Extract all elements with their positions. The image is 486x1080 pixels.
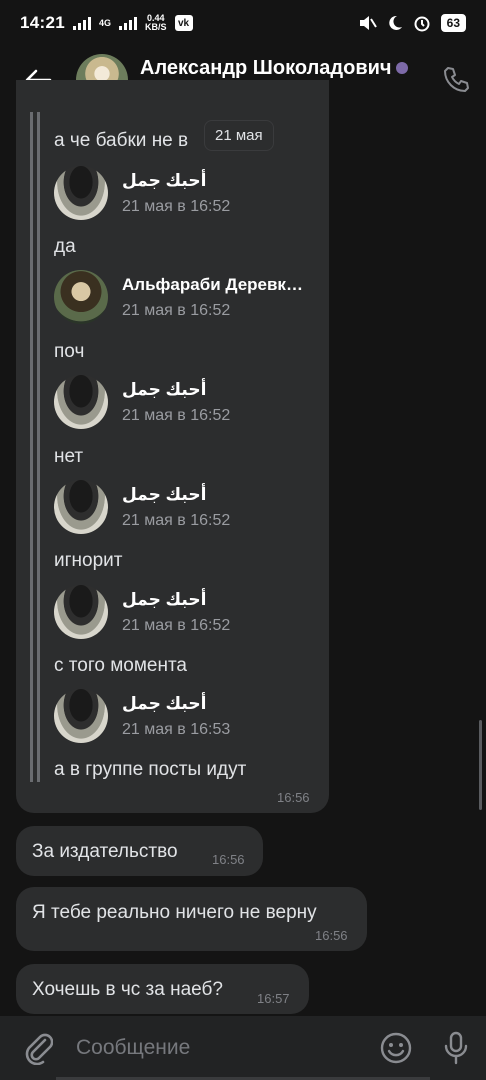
forward-line-inner bbox=[37, 112, 40, 782]
mute-icon bbox=[359, 16, 377, 30]
author-name: أحبك جمل bbox=[122, 693, 207, 713]
status-bar: 14:21 4G 0.44 KB/S vk 63 bbox=[0, 0, 486, 46]
message-bubble[interactable]: За издательство 16:56 bbox=[16, 826, 263, 876]
author-date: 21 мая в 16:53 bbox=[122, 720, 231, 738]
attach-button[interactable] bbox=[0, 1031, 76, 1065]
message-bubble[interactable]: Хочешь в чс за наеб? 16:57 bbox=[16, 964, 309, 1014]
battery-indicator: 63 bbox=[440, 14, 466, 32]
message-text: За издательство bbox=[32, 841, 178, 862]
status-emoji-icon bbox=[395, 62, 408, 75]
message-input-bar: Сообщение bbox=[0, 1016, 486, 1080]
forwarded-text: а че бабки не в bbox=[54, 130, 189, 151]
smile-icon bbox=[380, 1032, 412, 1064]
author-avatar bbox=[54, 166, 108, 220]
forwarded-author[interactable]: أحبك جمل 21 мая в 16:53 bbox=[54, 689, 230, 743]
date-pill: 21 мая bbox=[204, 120, 274, 151]
author-name: أحبك جمل bbox=[122, 484, 207, 504]
message-bubble[interactable]: Я тебе реально ничего не верну 16:56 bbox=[16, 887, 367, 951]
forward-line bbox=[30, 112, 33, 782]
forwarded-author[interactable]: أحبك جمل 21 мая в 16:52 bbox=[54, 375, 230, 429]
author-avatar bbox=[54, 585, 108, 639]
forwarded-author[interactable]: أحبك جمل 21 мая в 16:52 bbox=[54, 166, 230, 220]
net-speed: 0.44 KB/S bbox=[145, 13, 167, 32]
message-input[interactable]: Сообщение bbox=[76, 1036, 366, 1060]
signal-icon bbox=[72, 16, 91, 30]
forwarded-text: нет bbox=[54, 446, 84, 467]
author-date: 21 мая в 16:52 bbox=[122, 406, 231, 424]
mic-button[interactable] bbox=[426, 1031, 486, 1065]
author-date: 21 мая в 16:52 bbox=[122, 197, 231, 215]
vk-icon: vk bbox=[174, 15, 193, 31]
message-text: Хочешь в чс за наеб? bbox=[32, 979, 223, 1000]
message-time: 16:56 bbox=[315, 928, 348, 943]
forwarded-author[interactable]: Альфараби Деревк… 21 мая в 16:52 bbox=[54, 270, 303, 324]
emoji-button[interactable] bbox=[366, 1032, 426, 1064]
author-name: Альфараби Деревк… bbox=[122, 274, 303, 294]
paperclip-icon bbox=[25, 1033, 53, 1065]
author-date: 21 мая в 16:52 bbox=[122, 511, 231, 529]
forwarded-text: поч bbox=[54, 341, 85, 362]
signal-icon-2 bbox=[119, 16, 137, 30]
forwarded-author[interactable]: أحبك جمل 21 мая в 16:52 bbox=[54, 585, 230, 639]
author-avatar bbox=[54, 480, 108, 534]
author-date: 21 мая в 16:52 bbox=[122, 301, 231, 319]
scrollbar[interactable] bbox=[479, 720, 482, 810]
message-text: Я тебе реально ничего не верну bbox=[32, 902, 317, 923]
author-avatar bbox=[54, 270, 108, 324]
net-type: 4G bbox=[98, 18, 111, 28]
author-date: 21 мая в 16:52 bbox=[122, 616, 231, 634]
author-name: أحبك جمل bbox=[122, 170, 207, 190]
forwarded-text: а в группе посты идут bbox=[54, 759, 247, 780]
alarm-icon bbox=[414, 16, 430, 32]
clock: 14:21 bbox=[20, 13, 65, 32]
author-avatar bbox=[54, 375, 108, 429]
contact-name: Александр Шоколадович bbox=[140, 56, 392, 79]
message-time: 16:57 bbox=[257, 991, 290, 1006]
message-time: 16:56 bbox=[212, 852, 245, 867]
moon-icon bbox=[388, 15, 402, 30]
author-name: أحبك جمل bbox=[122, 379, 207, 399]
forwarded-text: да bbox=[54, 236, 76, 257]
forwarded-author[interactable]: أحبك جمل 21 мая в 16:52 bbox=[54, 480, 230, 534]
author-avatar bbox=[54, 689, 108, 743]
forwarded-text: с того момента bbox=[54, 655, 187, 676]
message-time: 16:56 bbox=[277, 790, 310, 805]
call-button[interactable] bbox=[426, 65, 486, 95]
phone-icon bbox=[444, 67, 469, 92]
author-name: أحبك جمل bbox=[122, 589, 207, 609]
microphone-icon bbox=[444, 1031, 468, 1065]
forwarded-text: игнорит bbox=[54, 550, 123, 571]
